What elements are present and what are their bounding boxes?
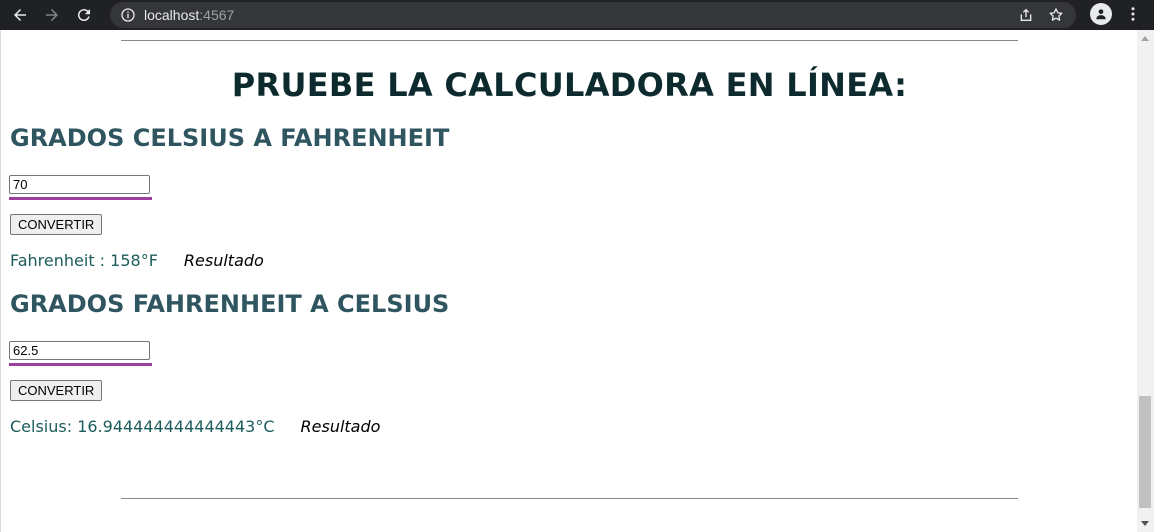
bookmark-star-icon[interactable] bbox=[1048, 7, 1064, 23]
profile-icon[interactable] bbox=[1090, 3, 1112, 25]
fahrenheit-result-label: Resultado bbox=[183, 251, 264, 270]
page-viewport: PRUEBE LA CALCULADORA EN LÍNEA: GRADOS C… bbox=[0, 30, 1138, 532]
share-icon[interactable] bbox=[1018, 7, 1034, 23]
celsius-input-underline bbox=[9, 197, 152, 200]
scroll-up-arrow-icon[interactable] bbox=[1141, 36, 1149, 41]
celsius-result: Celsius: 16.944444444444443°C Resultado bbox=[10, 417, 380, 436]
address-bar[interactable]: localhost:4567 bbox=[110, 2, 1076, 28]
fahrenheit-result-value: Fahrenheit : 158°F bbox=[10, 251, 158, 270]
scroll-thumb[interactable] bbox=[1139, 396, 1151, 508]
scroll-down-arrow-icon[interactable] bbox=[1141, 521, 1149, 526]
fahrenheit-input-group bbox=[9, 340, 152, 366]
celsius-result-value: Celsius: 16.944444444444443°C bbox=[10, 417, 275, 436]
fahrenheit-result: Fahrenheit : 158°F Resultado bbox=[10, 251, 264, 270]
celsius-to-fahrenheit-heading: GRADOS CELSIUS A FAHRENHEIT bbox=[10, 124, 450, 152]
convert-fahrenheit-button[interactable]: CONVERTIR bbox=[10, 380, 103, 401]
celsius-input[interactable] bbox=[9, 175, 150, 194]
fahrenheit-to-celsius-heading: GRADOS FAHRENHEIT A CELSIUS bbox=[10, 290, 450, 318]
url-text: localhost:4567 bbox=[144, 7, 235, 23]
convert-celsius-button[interactable]: CONVERTIR bbox=[10, 214, 103, 235]
bottom-divider bbox=[121, 498, 1018, 499]
forward-icon[interactable] bbox=[40, 3, 64, 27]
celsius-result-label: Resultado bbox=[300, 417, 381, 436]
vertical-scrollbar[interactable] bbox=[1137, 30, 1154, 532]
menu-icon[interactable] bbox=[1124, 5, 1142, 23]
back-icon[interactable] bbox=[8, 3, 32, 27]
top-divider bbox=[121, 40, 1018, 41]
page-title: PRUEBE LA CALCULADORA EN LÍNEA: bbox=[231, 66, 908, 104]
fahrenheit-input-underline bbox=[9, 363, 152, 366]
site-info-icon[interactable] bbox=[120, 7, 136, 23]
celsius-input-group bbox=[9, 174, 152, 200]
browser-toolbar: localhost:4567 bbox=[0, 0, 1154, 30]
reload-icon[interactable] bbox=[72, 3, 96, 27]
fahrenheit-input[interactable] bbox=[9, 341, 150, 360]
